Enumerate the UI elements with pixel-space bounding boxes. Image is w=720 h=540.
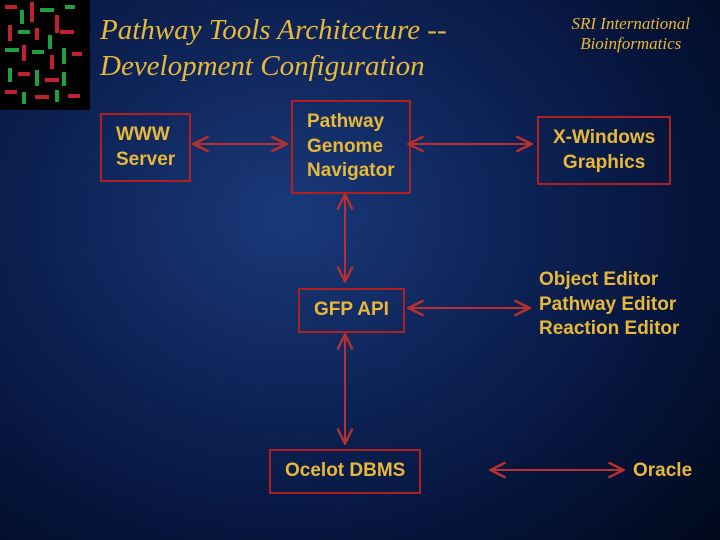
box-pathway-genome-navigator: Pathway Genome Navigator [291, 100, 411, 194]
xwindows-line1: X-Windows [553, 127, 655, 148]
box-x-windows-graphics: X-Windows Graphics [537, 116, 671, 185]
box-gfp-api: GFP API [298, 288, 405, 333]
box-ocelot-dbms: Ocelot DBMS [269, 449, 421, 494]
affiliation: SRI International Bioinformatics [571, 14, 690, 53]
title-line2: Development Configuration [100, 50, 425, 82]
navigator-line1: Pathway [307, 111, 384, 132]
www-server-line1: WWW [116, 124, 170, 145]
gfp-api-label: GFP API [314, 299, 389, 320]
title-line1: Pathway Tools Architecture -- [100, 14, 447, 46]
thumbnail-decoration [0, 0, 90, 110]
navigator-line3: Navigator [307, 160, 395, 181]
editors-line2: Pathway Editor [539, 294, 676, 315]
box-www-server: WWW Server [100, 113, 191, 182]
navigator-line2: Genome [307, 136, 383, 157]
editors-line3: Reaction Editor [539, 318, 679, 339]
oracle-label: Oracle [633, 460, 692, 481]
affiliation-line1: SRI International [571, 14, 690, 33]
xwindows-line2: Graphics [563, 152, 645, 173]
slide-title: Pathway Tools Architecture -- Developmen… [100, 12, 447, 85]
affiliation-line2: Bioinformatics [580, 34, 681, 53]
ocelot-label: Ocelot DBMS [285, 460, 405, 481]
www-server-line2: Server [116, 149, 175, 170]
editors-line1: Object Editor [539, 269, 658, 290]
box-editors: Object Editor Pathway Editor Reaction Ed… [539, 268, 679, 342]
box-oracle: Oracle [633, 459, 692, 484]
